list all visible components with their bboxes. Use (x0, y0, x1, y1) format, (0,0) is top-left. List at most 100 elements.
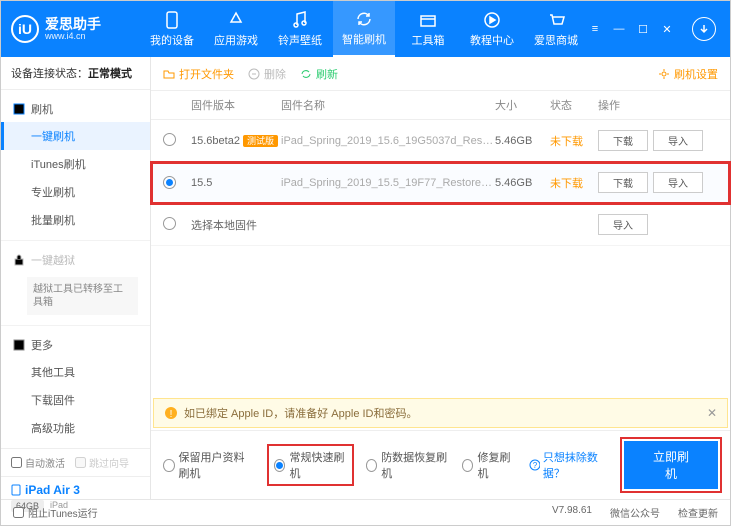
sidebar-group-flash: 刷机 一键刷机 iTunes刷机 专业刷机 批量刷机 (1, 90, 150, 241)
sidebar-head-jailbreak[interactable]: 一键越狱 (1, 247, 150, 273)
wechat-link[interactable]: 微信公众号 (610, 505, 660, 520)
sidebar-item-other-tools[interactable]: 其他工具 (1, 358, 150, 386)
music-icon (291, 11, 309, 29)
nav-ringtones[interactable]: 铃声壁纸 (269, 1, 331, 57)
firmware-rows: 15.6beta2测试版 iPad_Spring_2019_15.6_19G50… (151, 120, 730, 246)
sidebar-item-oneclick[interactable]: 一键刷机 (1, 122, 150, 150)
flash-now-button[interactable]: 立即刷机 (624, 441, 718, 489)
nav-my-device[interactable]: 我的设备 (141, 1, 203, 57)
brand-name: 爱思助手 (45, 17, 101, 31)
th-ops: 操作 (598, 97, 718, 113)
delete-button[interactable]: 删除 (248, 66, 286, 82)
mode-row: 保留用户资料刷机 常规快速刷机 防数据恢复刷机 修复刷机 ? 只想抹除数据？ 立… (151, 430, 730, 499)
mode-anti-recovery[interactable]: 防数据恢复刷机 (366, 449, 448, 481)
sidebar-item-pro[interactable]: 专业刷机 (1, 178, 150, 206)
local-firmware-label: 选择本地固件 (191, 217, 598, 233)
cell-name: iPad_Spring_2019_15.5_19F77_Restore.ipsw (281, 177, 495, 189)
sidebar-head-flash[interactable]: 刷机 (1, 96, 150, 122)
download-button[interactable]: 下载 (598, 130, 648, 151)
sidebar-item-itunes[interactable]: iTunes刷机 (1, 150, 150, 178)
download-button[interactable]: 下载 (598, 172, 648, 193)
svg-text:?: ? (533, 461, 538, 470)
row-radio[interactable] (163, 217, 176, 230)
connection-status: 设备连接状态：正常模式 (1, 57, 150, 90)
cell-status: 未下载 (550, 133, 598, 149)
download-circle-icon[interactable] (692, 17, 716, 41)
nav-smart-flash[interactable]: 智能刷机 (333, 1, 395, 57)
gear-icon (658, 68, 670, 80)
jailbreak-note: 越狱工具已转移至工具箱 (27, 277, 138, 315)
square-icon (13, 339, 25, 351)
local-firmware-row[interactable]: 选择本地固件 导入 (151, 204, 730, 246)
block-itunes-checkbox[interactable]: 阻止iTunes运行 (13, 505, 98, 520)
nav-store[interactable]: 爱思商城 (525, 1, 587, 57)
menu-icon[interactable]: ≡ (588, 22, 602, 36)
app-logo: iU 爱思助手 www.i4.cn (11, 15, 141, 43)
delete-icon (248, 68, 260, 80)
info-icon: ? (529, 459, 539, 471)
minimize-icon[interactable]: — (612, 22, 626, 36)
phone-icon (163, 11, 181, 29)
cell-size: 5.46GB (495, 177, 550, 189)
nav-label: 智能刷机 (342, 31, 386, 47)
row-radio[interactable] (163, 176, 176, 189)
open-folder-button[interactable]: 打开文件夹 (163, 66, 234, 82)
sidebar-item-advanced[interactable]: 高级功能 (1, 414, 150, 442)
nav-label: 教程中心 (470, 32, 514, 48)
mode-keep-data[interactable]: 保留用户资料刷机 (163, 449, 255, 481)
mode-normal-fast[interactable]: 常规快速刷机 (269, 446, 352, 484)
cell-version: 15.6beta2测试版 (191, 134, 281, 147)
toolbar: 打开文件夹 删除 刷新 刷机设置 (151, 57, 730, 91)
th-size: 大小 (495, 97, 550, 113)
sidebar-options: 自动激活 跳过向导 (1, 448, 150, 476)
cell-size: 5.46GB (495, 135, 550, 147)
sidebar-item-batch[interactable]: 批量刷机 (1, 206, 150, 234)
flash-settings-button[interactable]: 刷机设置 (658, 66, 718, 82)
close-icon[interactable]: ✕ (660, 22, 674, 36)
import-button[interactable]: 导入 (653, 172, 703, 193)
refresh-button[interactable]: 刷新 (300, 66, 338, 82)
sidebar-group-jailbreak: 一键越狱 越狱工具已转移至工具箱 (1, 241, 150, 326)
check-update-link[interactable]: 检查更新 (678, 505, 718, 520)
import-button[interactable]: 导入 (598, 214, 648, 235)
mode-repair[interactable]: 修复刷机 (462, 449, 515, 481)
status-value: 正常模式 (88, 68, 132, 80)
window-controls: ≡ — ☐ ✕ (588, 17, 720, 41)
appleid-notice: ! 如已绑定 Apple ID，请准备好 Apple ID和密码。 ✕ (153, 398, 728, 428)
beta-badge: 测试版 (243, 135, 278, 147)
th-name: 固件名称 (281, 97, 495, 113)
row-radio[interactable] (163, 133, 176, 146)
table-row[interactable]: 15.6beta2测试版 iPad_Spring_2019_15.6_19G50… (151, 120, 730, 162)
wipe-only-link[interactable]: ? 只想抹除数据？ (529, 449, 610, 481)
status-label: 设备连接状态： (11, 68, 88, 80)
device-name: iPad Air 3 (11, 483, 140, 497)
skip-guide-checkbox[interactable]: 跳过向导 (75, 455, 129, 470)
auto-activate-checkbox[interactable]: 自动激活 (11, 455, 65, 470)
nav-label: 爱思商城 (534, 32, 578, 48)
refresh-icon (300, 68, 312, 80)
nav-label: 工具箱 (412, 32, 445, 48)
folder-icon (163, 68, 175, 80)
warning-icon: ! (164, 406, 178, 420)
notice-text: 如已绑定 Apple ID，请准备好 Apple ID和密码。 (184, 405, 418, 421)
nav-apps[interactable]: 应用游戏 (205, 1, 267, 57)
cell-status: 未下载 (550, 175, 598, 191)
app-icon (227, 11, 245, 29)
import-button[interactable]: 导入 (653, 130, 703, 151)
th-version: 固件版本 (191, 97, 281, 113)
sidebar-head-more[interactable]: 更多 (1, 332, 150, 358)
nav-toolbox[interactable]: 工具箱 (397, 1, 459, 57)
square-icon (13, 103, 25, 115)
sidebar-item-download-fw[interactable]: 下载固件 (1, 386, 150, 414)
cell-name: iPad_Spring_2019_15.6_19G5037d_Restore.i… (281, 135, 495, 147)
lock-icon (13, 254, 25, 266)
brand-url: www.i4.cn (45, 31, 101, 42)
maximize-icon[interactable]: ☐ (636, 22, 650, 36)
play-icon (483, 11, 501, 29)
table-row[interactable]: 15.5 iPad_Spring_2019_15.5_19F77_Restore… (151, 162, 730, 204)
title-bar: iU 爱思助手 www.i4.cn 我的设备 应用游戏 铃声壁纸 智能刷机 (1, 1, 730, 57)
cell-version: 15.5 (191, 177, 281, 189)
nav-tutorials[interactable]: 教程中心 (461, 1, 523, 57)
close-notice-icon[interactable]: ✕ (707, 406, 717, 420)
logo-icon: iU (11, 15, 39, 43)
